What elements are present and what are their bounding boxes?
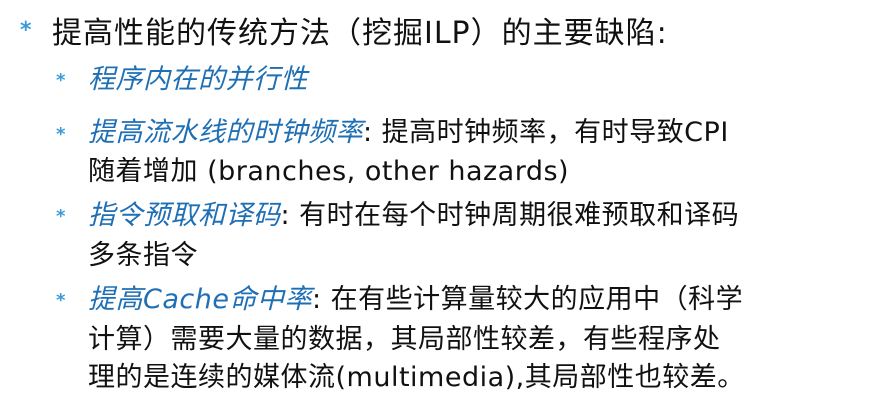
sub-bullet-icon: *	[56, 290, 66, 311]
sub-point-2-emphasis: 提高流水线的时钟频率	[88, 117, 363, 148]
bullet-asterisk-icon: *	[20, 18, 32, 43]
sub-point-2-line2: 随着增加 (branches, other hazards)	[88, 156, 570, 187]
slide: * 提高性能的传统方法（挖掘ILP）的主要缺陷: * 程序内在的并行性 * 提高…	[0, 0, 873, 410]
sub-point-4-emphasis: 提高Cache命中率	[88, 284, 312, 315]
main-point: 提高性能的传统方法（挖掘ILP）的主要缺陷:	[52, 16, 668, 51]
sub-point-3-line2: 多条指令	[88, 240, 198, 271]
sub-point-4-text: : 在有些计算量较大的应用中（科学	[311, 284, 744, 315]
sub-point-3-text: : 有时在每个时钟周期很难预取和译码	[280, 200, 740, 231]
sub-point-3-emphasis: 指令预取和译码	[88, 200, 281, 231]
sub-point-4-line3: 理的是连续的媒体流(multimedia),其局部性也较差。	[88, 362, 745, 393]
sub-point-1-emphasis: 程序内在的并行性	[88, 64, 308, 95]
sub-point-3-line1: 指令预取和译码: 有时在每个时钟周期很难预取和译码	[88, 196, 739, 236]
sub-point-4-line1: 提高Cache命中率: 在有些计算量较大的应用中（科学	[88, 280, 743, 320]
sub-bullet-icon: *	[56, 206, 66, 227]
sub-point-2-text: : 提高时钟频率，有时导致CPI	[363, 117, 729, 148]
sub-point-2-line1: 提高流水线的时钟频率: 提高时钟频率，有时导致CPI	[88, 113, 729, 153]
sub-point-4-line2: 计算）需要大量的数据，其局部性较差，有些程序处	[88, 324, 721, 355]
sub-bullet-icon: *	[56, 124, 66, 145]
sub-bullet-icon: *	[56, 70, 66, 91]
sub-point-1: 程序内在的并行性	[88, 60, 308, 100]
